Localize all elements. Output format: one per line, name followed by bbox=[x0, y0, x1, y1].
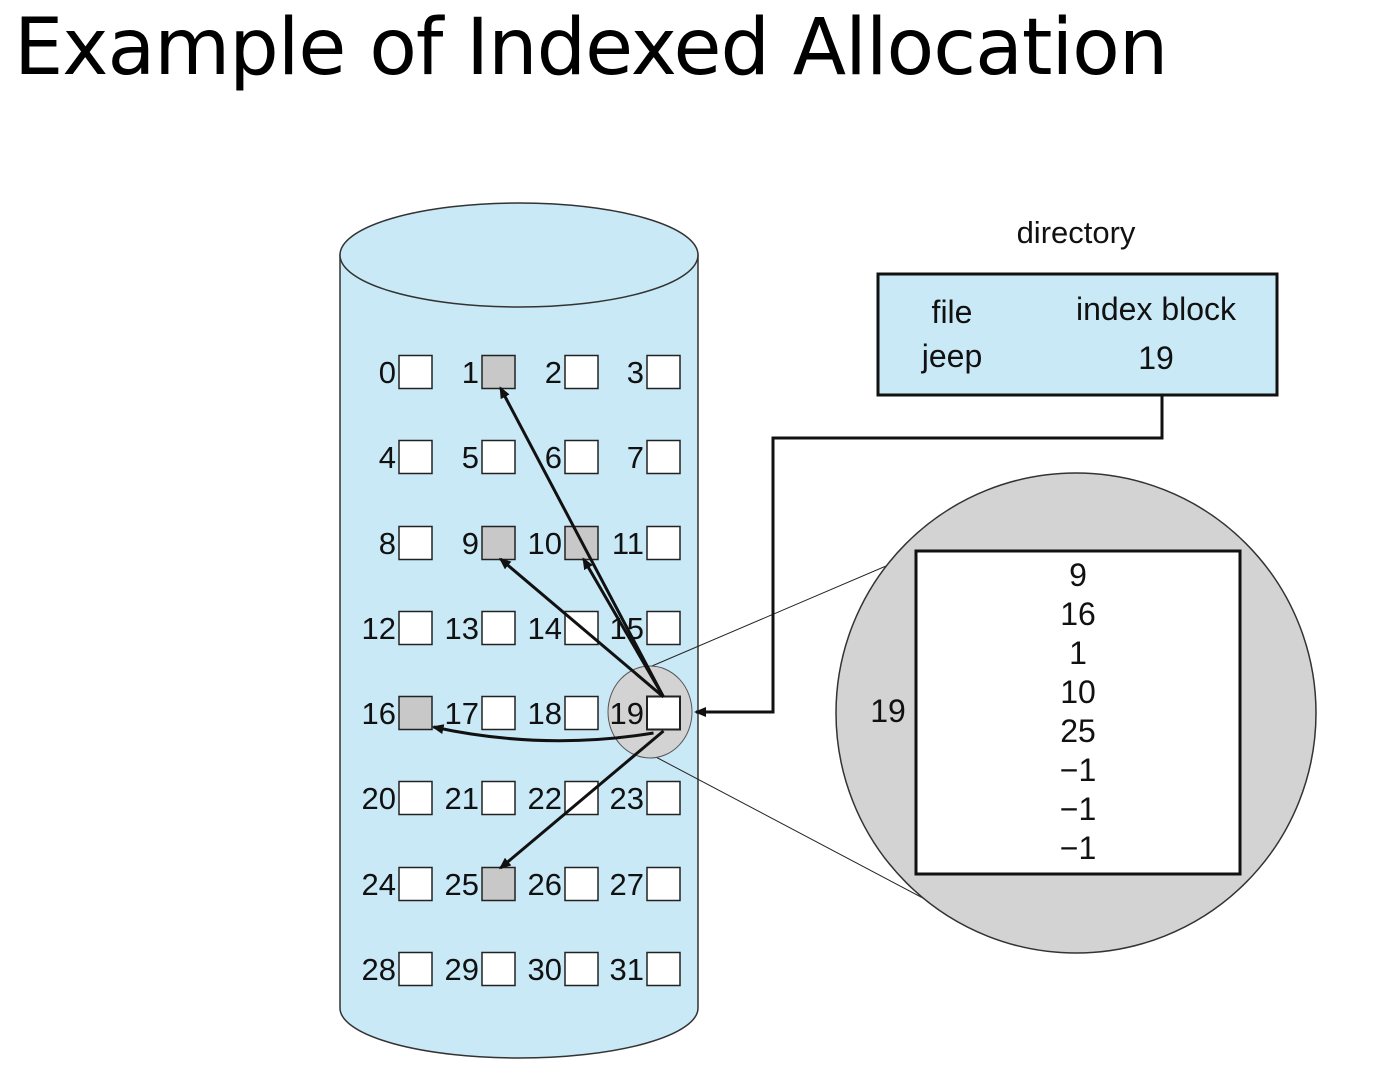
directory-file-name: jeep bbox=[921, 338, 983, 374]
index-entry: 25 bbox=[1060, 713, 1096, 749]
block-box-free[interactable] bbox=[481, 951, 516, 987]
index-entry: −1 bbox=[1060, 752, 1096, 788]
block-number: 6 bbox=[545, 440, 562, 475]
disk-block: 1 bbox=[462, 354, 516, 390]
block-box-free[interactable] bbox=[398, 610, 433, 646]
block-box-free[interactable] bbox=[564, 695, 599, 731]
block-number: 14 bbox=[528, 611, 562, 646]
index-block-zoom: 19 91611025−1−1−1 bbox=[835, 472, 1317, 954]
block-number: 30 bbox=[528, 952, 562, 987]
block-box-index[interactable] bbox=[646, 695, 681, 731]
block-box-free[interactable] bbox=[481, 780, 516, 816]
block-number: 18 bbox=[528, 696, 562, 731]
block-box-used[interactable] bbox=[481, 354, 516, 390]
disk-block: 6 bbox=[545, 439, 599, 475]
directory-header-index-block: index block bbox=[1076, 291, 1237, 327]
block-number: 26 bbox=[528, 867, 562, 902]
block-number: 12 bbox=[362, 611, 396, 646]
directory-index-value: 19 bbox=[1138, 340, 1174, 376]
block-number: 28 bbox=[362, 952, 396, 987]
block-number: 23 bbox=[610, 781, 644, 816]
block-box-free[interactable] bbox=[398, 525, 433, 561]
block-box-used[interactable] bbox=[481, 525, 516, 561]
block-box-free[interactable] bbox=[564, 439, 599, 475]
index-entry: −1 bbox=[1060, 791, 1096, 827]
block-number: 4 bbox=[379, 440, 396, 475]
block-box-free[interactable] bbox=[398, 439, 433, 475]
index-entry: 16 bbox=[1060, 596, 1096, 632]
block-number: 10 bbox=[528, 526, 562, 561]
block-number: 31 bbox=[610, 952, 644, 987]
block-number: 7 bbox=[627, 440, 644, 475]
block-number: 25 bbox=[445, 867, 479, 902]
block-box-free[interactable] bbox=[481, 695, 516, 731]
block-box-free[interactable] bbox=[481, 610, 516, 646]
block-box-free[interactable] bbox=[646, 951, 681, 987]
index-entry: 10 bbox=[1060, 674, 1096, 710]
block-number: 2 bbox=[545, 355, 562, 390]
disk-top bbox=[339, 202, 699, 308]
block-number: 13 bbox=[445, 611, 479, 646]
block-box-free[interactable] bbox=[398, 780, 433, 816]
disk-block: 4 bbox=[379, 439, 433, 475]
block-number: 29 bbox=[445, 952, 479, 987]
block-box-free[interactable] bbox=[398, 354, 433, 390]
block-number: 0 bbox=[379, 355, 396, 390]
disk-block: 9 bbox=[462, 525, 516, 561]
index-entry: −1 bbox=[1060, 830, 1096, 866]
block-box-free[interactable] bbox=[564, 951, 599, 987]
block-number: 3 bbox=[627, 355, 644, 390]
block-box-free[interactable] bbox=[646, 525, 681, 561]
block-number: 8 bbox=[379, 526, 396, 561]
disk-block: 8 bbox=[379, 525, 433, 561]
block-box-free[interactable] bbox=[646, 354, 681, 390]
indexed-allocation-diagram: 0 1 2 34 5 6 78 9 10 1112 13 14 1516 17 18 1920 21 22 2324… bbox=[339, 202, 1317, 1059]
block-box-free[interactable] bbox=[481, 439, 516, 475]
directory-header-file: file bbox=[932, 294, 973, 330]
block-box-free[interactable] bbox=[398, 866, 433, 902]
block-box-free[interactable] bbox=[646, 780, 681, 816]
block-box-free[interactable] bbox=[564, 866, 599, 902]
block-number: 19 bbox=[610, 696, 644, 731]
block-number: 5 bbox=[462, 440, 479, 475]
index-entry: 9 bbox=[1069, 557, 1087, 593]
block-box-free[interactable] bbox=[646, 866, 681, 902]
directory-title: directory bbox=[1017, 215, 1136, 250]
block-box-free[interactable] bbox=[646, 439, 681, 475]
block-number: 17 bbox=[445, 696, 479, 731]
block-number: 16 bbox=[362, 696, 396, 731]
block-number: 9 bbox=[462, 526, 479, 561]
block-number: 1 bbox=[462, 355, 479, 390]
disk-block: 5 bbox=[462, 439, 516, 475]
block-box-free[interactable] bbox=[646, 610, 681, 646]
block-number: 20 bbox=[362, 781, 396, 816]
block-number: 22 bbox=[528, 781, 562, 816]
block-box-free[interactable] bbox=[564, 354, 599, 390]
block-box-free[interactable] bbox=[398, 951, 433, 987]
block-box-used[interactable] bbox=[398, 695, 433, 731]
block-number: 24 bbox=[362, 867, 396, 902]
disk-block: 3 bbox=[627, 354, 681, 390]
index-entry: 1 bbox=[1069, 635, 1087, 671]
block-number: 11 bbox=[612, 526, 644, 561]
disk-block: 7 bbox=[627, 439, 681, 475]
disk-block: 2 bbox=[545, 354, 599, 390]
block-box-used[interactable] bbox=[481, 866, 516, 902]
block-number: 21 bbox=[445, 781, 479, 816]
directory: directory file index block jeep 19 bbox=[876, 215, 1279, 397]
zoom-block-label: 19 bbox=[870, 693, 906, 729]
block-number: 27 bbox=[610, 867, 644, 902]
disk-block: 0 bbox=[379, 354, 433, 390]
